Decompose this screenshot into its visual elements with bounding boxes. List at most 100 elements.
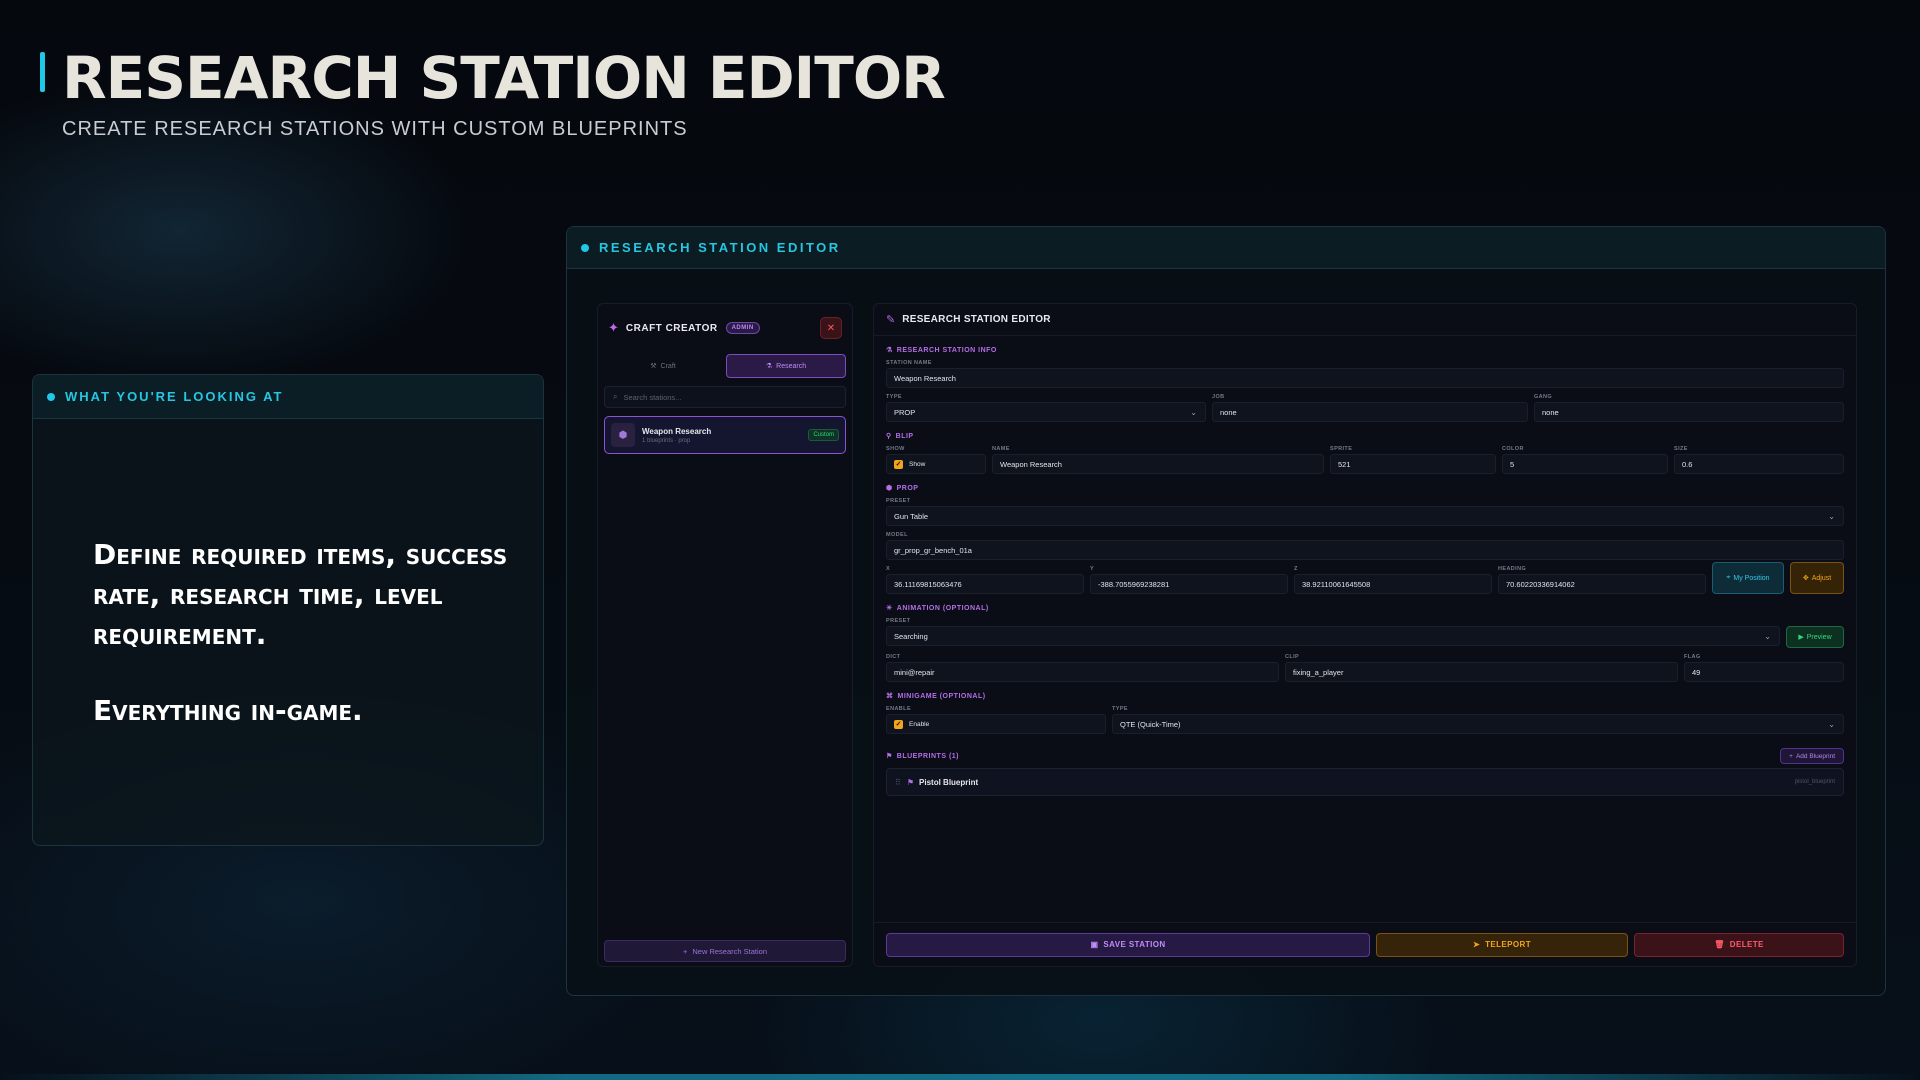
chevron-down-icon: ⌄ <box>1828 719 1835 729</box>
cube-icon: ⬢ <box>611 423 635 447</box>
preview-label: Preview <box>1806 633 1832 641</box>
sprite-col: SPRITE 521 <box>1330 440 1496 474</box>
gang-input[interactable]: none <box>1534 402 1844 422</box>
sidebar-header: ✦ CRAFT CREATOR ADMIN ✕ <box>598 308 852 348</box>
status-dot-icon <box>581 243 589 252</box>
hammer-icon: ⚒ <box>650 363 657 370</box>
flask-icon: ⚗ <box>765 363 773 370</box>
list-item[interactable]: ⬢ Weapon Research 1 blueprints · prop Cu… <box>604 416 846 454</box>
dict-col: DICT mini@repair <box>886 648 1279 682</box>
prop-preset-select[interactable]: Gun Table ⌄ <box>886 506 1844 526</box>
teleport-button[interactable]: ➤ TELEPORT <box>1376 932 1628 957</box>
info-line-2: Everything in-game. <box>93 694 363 727</box>
type-select[interactable]: PROP ⌄ <box>886 402 1206 422</box>
my-position-label: My Position <box>1733 574 1770 582</box>
station-name: Weapon Research <box>642 426 712 436</box>
section-minigame-label: MINIGAME (OPTIONAL) <box>897 692 986 700</box>
section-prop: ⬢ PROP <box>886 484 1844 493</box>
app-window: RESEARCH STATION EDITOR ✦ CRAFT CREATOR … <box>566 226 1886 996</box>
color-input[interactable]: 5 <box>1502 454 1668 474</box>
delete-button[interactable]: 🗑 DELETE <box>1634 932 1844 957</box>
prop-preset-value: Gun Table <box>894 511 929 521</box>
clip-input[interactable]: fixing_a_player <box>1285 662 1678 682</box>
minigame-type-label: TYPE <box>1112 706 1128 712</box>
clip-value: fixing_a_player <box>1293 667 1344 677</box>
model-input[interactable]: gr_prop_gr_bench_01a <box>886 540 1844 560</box>
heading-input[interactable]: 70.60220336914062 <box>1498 574 1706 594</box>
adjust-button[interactable]: ✥ Adjust <box>1790 562 1844 594</box>
station-search-input[interactable]: ⌕ Search stations... <box>604 386 846 408</box>
show-blip-checkbox[interactable]: ✓ Show <box>886 454 986 474</box>
heading-col: HEADING 70.60220336914062 <box>1498 560 1706 594</box>
anim-preset-select[interactable]: Searching ⌄ <box>886 626 1780 646</box>
blip-row: SHOW ✓ Show NAME Weapon Research SPRITE … <box>886 440 1844 474</box>
app-window-title: RESEARCH STATION EDITOR <box>599 240 841 255</box>
table-row[interactable]: ⠿ ⚑ Pistol Blueprint pistol_blueprint <box>886 768 1844 796</box>
preview-button[interactable]: ▶ Preview <box>1786 626 1844 648</box>
job-input[interactable]: none <box>1212 402 1528 422</box>
app-window-header: RESEARCH STATION EDITOR <box>567 227 1885 269</box>
show-col: SHOW ✓ Show <box>886 440 986 474</box>
move-icon: ✥ <box>1802 575 1809 582</box>
x-col: X 36.11169815063476 <box>886 560 1084 594</box>
section-blueprints-title: ⚑ BLUEPRINTS (1) <box>886 752 960 761</box>
blip-name-col: NAME Weapon Research <box>992 440 1324 474</box>
x-input[interactable]: 36.11169815063476 <box>886 574 1084 594</box>
station-name-input[interactable]: Weapon Research <box>886 368 1844 388</box>
enable-col: ENABLE ✓ Enable <box>886 700 1106 734</box>
save-station-label: SAVE STATION <box>1103 940 1166 949</box>
gang-col: GANG none <box>1534 388 1844 422</box>
info-card-body: Define required items, success rate, res… <box>93 535 523 731</box>
gamepad-icon: ⌘ <box>886 693 894 700</box>
flag-col: FLAG 49 <box>1684 648 1844 682</box>
tab-craft-label: Craft <box>660 362 676 370</box>
enable-text: Enable <box>909 720 930 728</box>
station-name-value: Weapon Research <box>894 373 956 383</box>
flask-icon: ⚗ <box>886 347 893 354</box>
section-station-info: ⚗ RESEARCH STATION INFO <box>886 346 1844 355</box>
add-blueprint-button[interactable]: + Add Blueprint <box>1780 748 1844 764</box>
type-label: TYPE <box>886 394 902 400</box>
z-input[interactable]: 38.92110061645508 <box>1294 574 1492 594</box>
station-text: Weapon Research 1 blueprints · prop <box>642 427 711 444</box>
save-station-button[interactable]: ▣ SAVE STATION <box>886 932 1370 957</box>
trash-icon: 🗑 <box>1714 940 1725 949</box>
dict-input[interactable]: mini@repair <box>886 662 1279 682</box>
tab-research[interactable]: ⚗ Research <box>726 354 846 378</box>
z-col: Z 38.92110061645508 <box>1294 560 1492 594</box>
new-research-station-button[interactable]: + New Research Station <box>604 940 846 962</box>
minigame-type-select[interactable]: QTE (Quick-Time) ⌄ <box>1112 714 1844 734</box>
blip-name-input[interactable]: Weapon Research <box>992 454 1324 474</box>
gang-value: none <box>1542 407 1559 417</box>
section-blueprints-label: BLUEPRINTS (1) <box>896 752 960 760</box>
sidebar-title: CRAFT CREATOR <box>625 322 718 334</box>
bottom-glow <box>0 1074 1920 1080</box>
minigame-row: ENABLE ✓ Enable TYPE QTE (Quick-Time) ⌄ <box>886 700 1844 734</box>
enable-label: ENABLE <box>886 706 912 712</box>
teleport-label: TELEPORT <box>1485 940 1531 949</box>
flag-input[interactable]: 49 <box>1684 662 1844 682</box>
section-blip: ⚲ BLIP <box>886 432 1844 441</box>
section-minigame: ⌘ MINIGAME (OPTIONAL) <box>886 692 1844 701</box>
my-position-button[interactable]: ⌖ My Position <box>1712 562 1784 594</box>
anim-preset-label: PRESET <box>886 618 911 624</box>
add-blueprint-label: Add Blueprint <box>1795 752 1835 760</box>
drag-handle-icon[interactable]: ⠿ <box>895 778 901 787</box>
tab-craft[interactable]: ⚒ Craft <box>604 354 722 378</box>
sprite-input[interactable]: 521 <box>1330 454 1496 474</box>
enable-minigame-checkbox[interactable]: ✓ Enable <box>886 714 1106 734</box>
section-station-info-label: RESEARCH STATION INFO <box>896 346 997 354</box>
y-label: Y <box>1090 566 1095 572</box>
info-card: WHAT YOU'RE LOOKING AT Define required i… <box>32 374 544 846</box>
close-button[interactable]: ✕ <box>820 317 842 339</box>
size-input[interactable]: 0.6 <box>1674 454 1844 474</box>
editor-body: ⚗ RESEARCH STATION INFO STATION NAME Wea… <box>874 346 1856 796</box>
color-value: 5 <box>1510 459 1515 469</box>
admin-badge: ADMIN <box>725 322 760 334</box>
y-input[interactable]: -388.7055969238281 <box>1090 574 1288 594</box>
crosshair-icon: ⌖ <box>1726 574 1731 581</box>
blueprint-id: pistol_blueprint <box>1794 779 1835 785</box>
station-meta: 1 blueprints · prop <box>642 437 691 444</box>
sprite-value: 521 <box>1338 459 1351 469</box>
minigame-type-value: QTE (Quick-Time) <box>1120 719 1181 729</box>
